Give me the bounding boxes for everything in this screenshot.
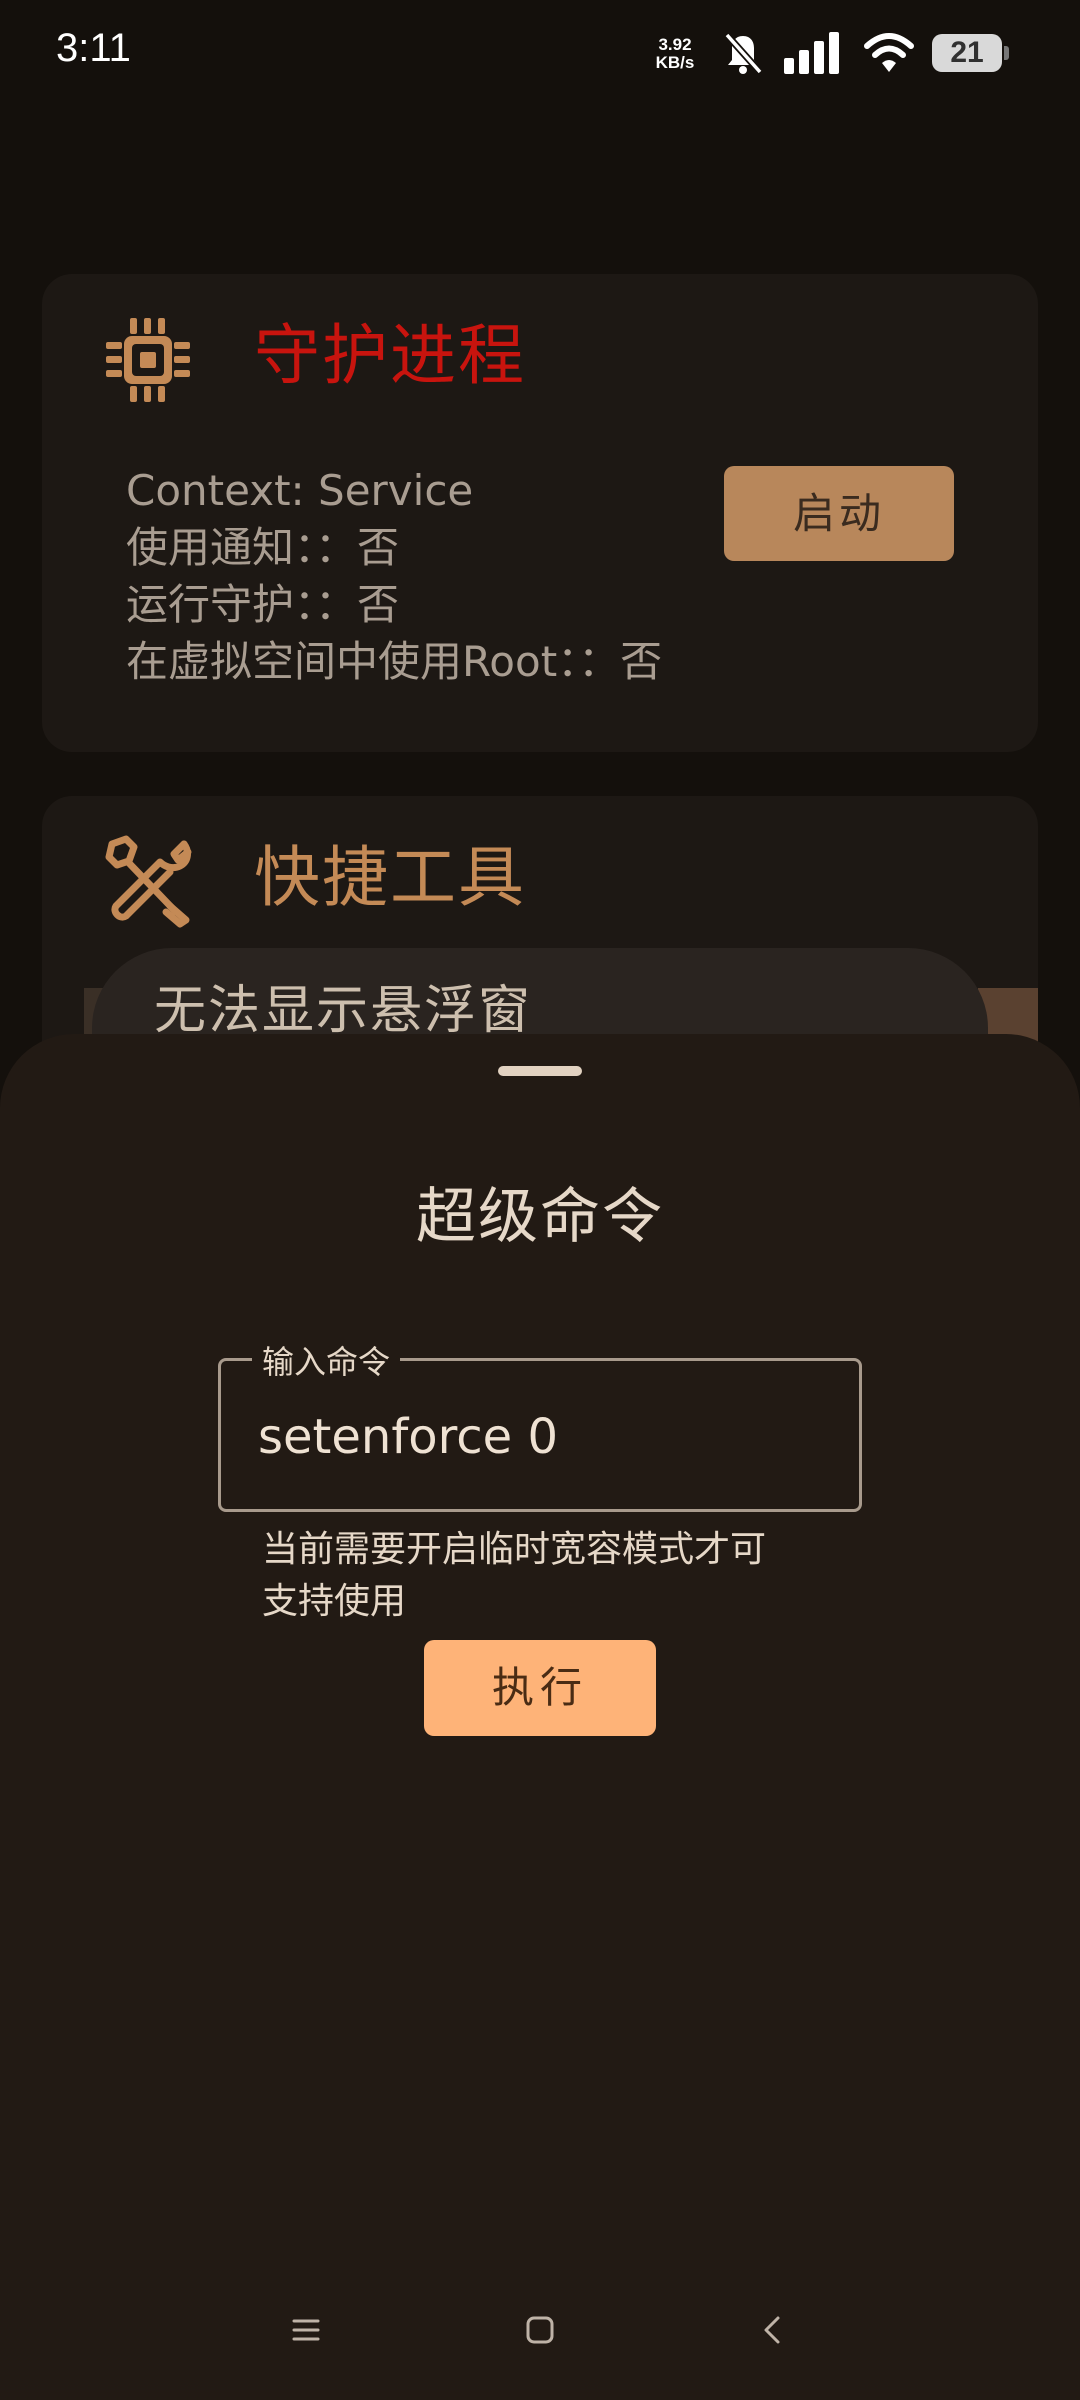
notification-line: 使用通知：：否	[126, 523, 400, 572]
command-field-label: 输入命令	[252, 1338, 401, 1386]
helper-text-line-1: 当前需要开启临时宽容模式才可	[262, 1529, 767, 1570]
wifi-icon	[864, 33, 914, 72]
guard-process-title: 守护进程	[254, 317, 526, 394]
execute-button[interactable]: 执行	[424, 1640, 656, 1736]
menu-icon[interactable]	[290, 2314, 322, 2346]
sheet-title: 超级命令	[416, 1182, 664, 1252]
home-icon[interactable]	[524, 2314, 556, 2346]
mute-bell-icon	[724, 32, 763, 75]
signal-icon	[784, 32, 839, 74]
chip-icon	[106, 318, 190, 402]
back-icon[interactable]	[758, 2314, 790, 2346]
wrench-screwdriver-icon	[105, 835, 192, 928]
battery-icon: 21	[932, 34, 1002, 72]
helper-text-line-2: 支持使用	[262, 1581, 407, 1622]
quick-tools-title: 快捷工具	[254, 839, 526, 916]
network-speed-value: 3.92	[658, 35, 692, 54]
status-time: 3:11	[56, 26, 131, 70]
start-button[interactable]: 启动	[724, 466, 954, 561]
context-line: Context: Service	[126, 466, 474, 515]
toast-text: 无法显示悬浮窗	[154, 981, 533, 1041]
command-input[interactable]	[258, 1405, 838, 1469]
network-speed: 3.92 KB/s	[648, 36, 702, 72]
run-guard-line: 运行守护：：否	[126, 580, 400, 629]
guard-info-list: Context: Service 使用通知：：否 运行守护：：否 在虚拟空间中使…	[126, 462, 662, 690]
helper-text: 当前需要开启临时宽容模式才可 支持使用	[262, 1524, 822, 1628]
virtual-root-line: 在虚拟空间中使用Root：：否	[126, 637, 663, 686]
battery-tip	[1004, 46, 1009, 60]
network-speed-unit: KB/s	[655, 53, 695, 72]
drag-handle[interactable]	[498, 1066, 582, 1076]
